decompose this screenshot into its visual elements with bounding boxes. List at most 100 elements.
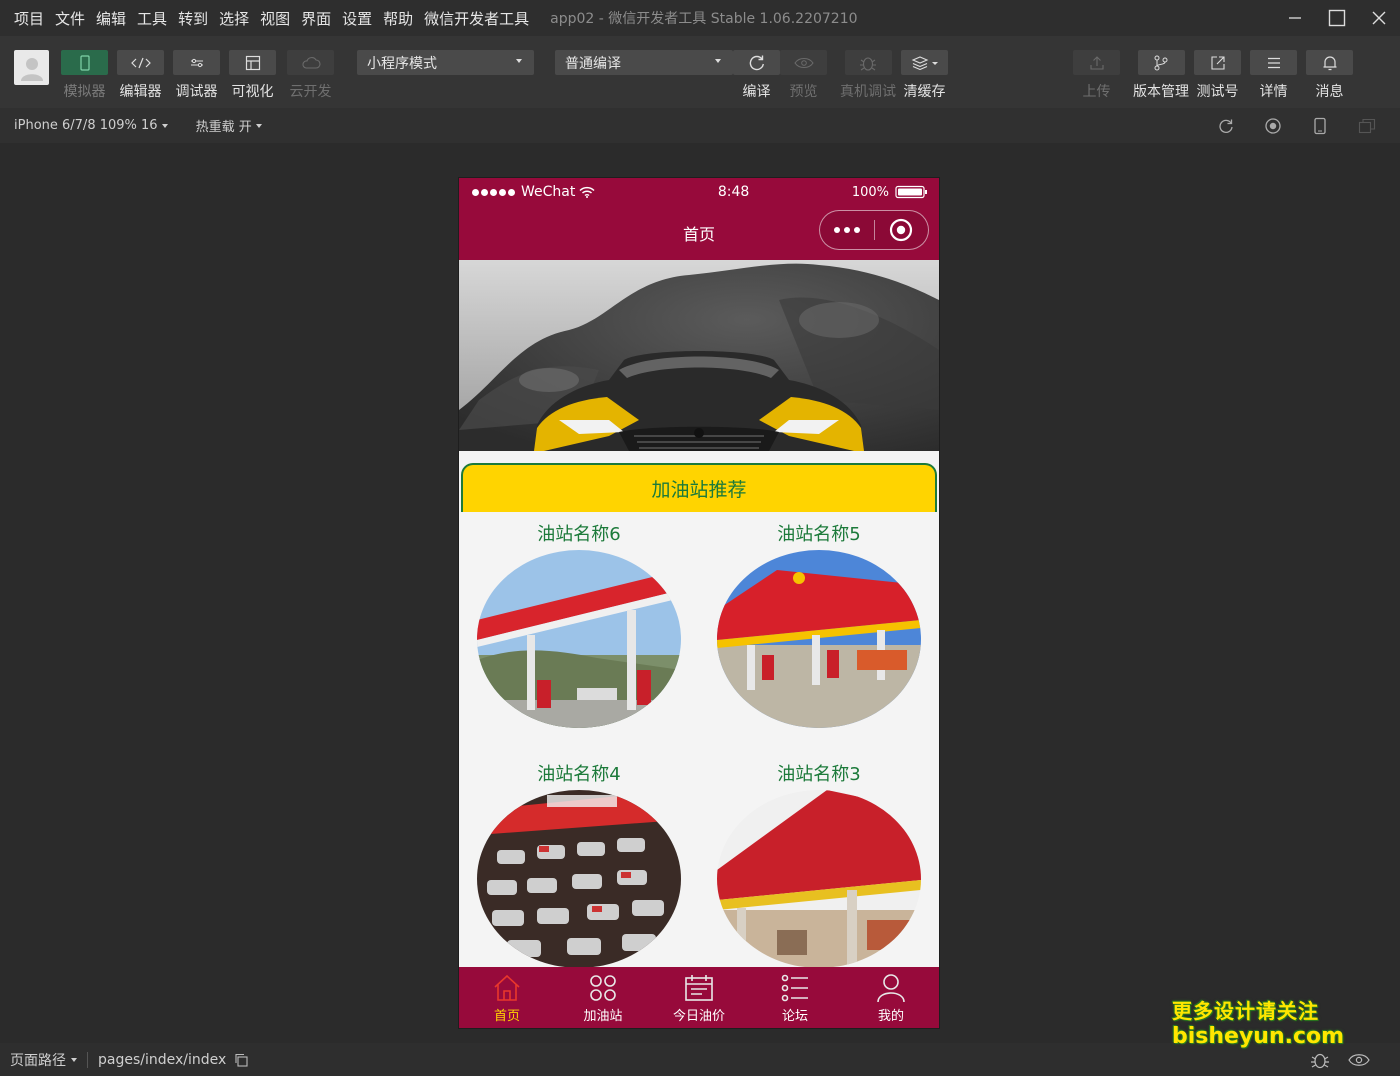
clock: 8:48 bbox=[717, 184, 750, 200]
more-button[interactable] bbox=[820, 211, 874, 249]
exit-miniprogram-button[interactable] bbox=[875, 211, 929, 249]
station-grid: 油站名称6 油站名称5 油站名称4 油站名称3 bbox=[459, 512, 939, 1000]
visual-tool[interactable]: 可视化 bbox=[229, 50, 276, 101]
debugger-button[interactable] bbox=[173, 50, 220, 75]
home-icon bbox=[494, 974, 520, 1001]
eye-icon[interactable] bbox=[1348, 1053, 1370, 1067]
upload-label: 上传 bbox=[1082, 84, 1111, 100]
tab-mine[interactable]: 我的 bbox=[843, 967, 939, 1028]
popout-button[interactable] bbox=[1343, 108, 1390, 143]
tab-stations-label: 加油站 bbox=[583, 1009, 623, 1024]
clear-cache-button[interactable] bbox=[901, 50, 948, 75]
compile-button[interactable] bbox=[733, 50, 780, 75]
details-button[interactable] bbox=[1250, 50, 1297, 75]
menu-help[interactable]: 帮助 bbox=[383, 8, 413, 29]
reload-button[interactable] bbox=[1202, 108, 1249, 143]
version-button[interactable] bbox=[1137, 50, 1185, 75]
chevron-down-icon bbox=[71, 1057, 77, 1062]
real-debug-tool[interactable]: 真机调试 bbox=[840, 50, 896, 101]
messages-tool[interactable]: 消息 bbox=[1306, 50, 1353, 101]
preview-button[interactable] bbox=[780, 50, 827, 75]
clear-cache-tool[interactable]: 清缓存 bbox=[901, 50, 948, 101]
phone-simulator: WeChat 8:48 100% 首页 加油站推荐 油站名称6 油站名称5 油站… bbox=[459, 178, 939, 1028]
device-select[interactable]: iPhone 6/7/8 109% 16 bbox=[14, 118, 168, 133]
preview-tool[interactable]: 预览 bbox=[780, 50, 827, 101]
minimize-button[interactable] bbox=[1274, 0, 1316, 36]
menu-view[interactable]: 视图 bbox=[260, 8, 290, 29]
version-tool[interactable]: 版本管理 bbox=[1133, 50, 1189, 101]
test-account-label: 测试号 bbox=[1196, 84, 1239, 100]
station-photo bbox=[717, 550, 921, 728]
real-debug-button[interactable] bbox=[844, 50, 892, 75]
station-card[interactable]: 油站名称3 bbox=[699, 760, 939, 1000]
capsule-menu bbox=[819, 210, 929, 250]
editor-button[interactable] bbox=[117, 50, 164, 75]
tab-stations[interactable]: 加油站 bbox=[555, 967, 651, 1028]
real-debug-label: 真机调试 bbox=[840, 84, 896, 100]
bug-icon bbox=[860, 56, 876, 71]
layout-icon bbox=[245, 55, 260, 70]
menu-project[interactable]: 项目 bbox=[14, 8, 44, 29]
stop-button[interactable] bbox=[1249, 108, 1296, 143]
compile-select[interactable]: 普通编译 bbox=[555, 50, 733, 75]
divider bbox=[87, 1051, 88, 1068]
hot-reload-select[interactable]: 热重载 开 bbox=[196, 116, 262, 135]
compile-tool[interactable]: 编译 bbox=[733, 50, 780, 101]
avatar[interactable] bbox=[14, 50, 49, 85]
tab-forum[interactable]: 论坛 bbox=[747, 967, 843, 1028]
window-title: app02 - 微信开发者工具 Stable 1.06.2207210 bbox=[550, 11, 858, 27]
simulator-button[interactable] bbox=[61, 50, 108, 75]
station-card[interactable]: 油站名称4 bbox=[459, 760, 699, 1000]
watermark-line2: bisheyun.com bbox=[1172, 1024, 1345, 1049]
upload-tool[interactable]: 上传 bbox=[1073, 50, 1120, 101]
tab-prices[interactable]: 今日油价 bbox=[651, 967, 747, 1028]
rotate-device-button[interactable] bbox=[1296, 108, 1343, 143]
simulator-tool[interactable]: 模拟器 bbox=[61, 50, 108, 101]
messages-button[interactable] bbox=[1306, 50, 1353, 75]
station-card[interactable]: 油站名称6 bbox=[459, 520, 699, 760]
tab-home[interactable]: 首页 bbox=[459, 967, 555, 1028]
editor-label: 编辑器 bbox=[119, 84, 162, 100]
station-card[interactable]: 油站名称5 bbox=[699, 520, 939, 760]
branch-icon bbox=[1154, 55, 1168, 70]
menu-interface[interactable]: 界面 bbox=[301, 8, 331, 29]
tab-forum-label: 论坛 bbox=[781, 1009, 808, 1024]
details-tool[interactable]: 详情 bbox=[1250, 50, 1297, 101]
maximize-button[interactable] bbox=[1316, 0, 1358, 36]
tab-bar: 首页 加油站 今日油价 论坛 我的 bbox=[459, 967, 939, 1028]
visual-button[interactable] bbox=[229, 50, 276, 75]
test-account-tool[interactable]: 测试号 bbox=[1194, 50, 1241, 101]
signal-indicator: WeChat bbox=[472, 184, 595, 200]
menu-file[interactable]: 文件 bbox=[55, 8, 85, 29]
menu-wechat-devtools[interactable]: 微信开发者工具 bbox=[424, 8, 529, 29]
battery-icon bbox=[895, 185, 927, 199]
target-icon bbox=[890, 218, 913, 242]
gas-station-image bbox=[477, 550, 681, 728]
copy-icon[interactable] bbox=[234, 1053, 248, 1067]
menu-select[interactable]: 选择 bbox=[219, 8, 249, 29]
mode-select[interactable]: 小程序模式 bbox=[357, 50, 534, 75]
debugger-tool[interactable]: 调试器 bbox=[173, 50, 220, 101]
close-button[interactable] bbox=[1358, 0, 1400, 36]
toolbar: 模拟器 编辑器 调试器 可视化 云开发 小程序模式 普通编译 编译 预览 真机调… bbox=[0, 36, 1400, 108]
layers-icon bbox=[911, 55, 938, 70]
menu-tools[interactable]: 工具 bbox=[137, 8, 167, 29]
upload-button[interactable] bbox=[1073, 50, 1120, 75]
menu-settings[interactable]: 设置 bbox=[342, 8, 372, 29]
bug-icon[interactable] bbox=[1310, 1050, 1330, 1070]
carrier-label: WeChat bbox=[521, 184, 576, 200]
wifi-icon bbox=[579, 186, 595, 198]
page-route-select[interactable]: 页面路径 bbox=[10, 1050, 77, 1070]
cloud-tool[interactable]: 云开发 bbox=[287, 50, 334, 101]
banner-swiper[interactable] bbox=[459, 260, 939, 451]
watermark: 更多设计请关注 bisheyun.com bbox=[1172, 998, 1345, 1050]
menu-goto[interactable]: 转到 bbox=[178, 8, 208, 29]
tab-prices-label: 今日油价 bbox=[672, 1009, 725, 1024]
refresh-icon bbox=[749, 55, 764, 70]
cloud-button[interactable] bbox=[287, 50, 334, 75]
test-account-button[interactable] bbox=[1194, 50, 1241, 75]
window-icon bbox=[1358, 118, 1375, 133]
editor-tool[interactable]: 编辑器 bbox=[117, 50, 164, 101]
station-photo bbox=[477, 790, 681, 968]
menu-edit[interactable]: 编辑 bbox=[96, 8, 126, 29]
